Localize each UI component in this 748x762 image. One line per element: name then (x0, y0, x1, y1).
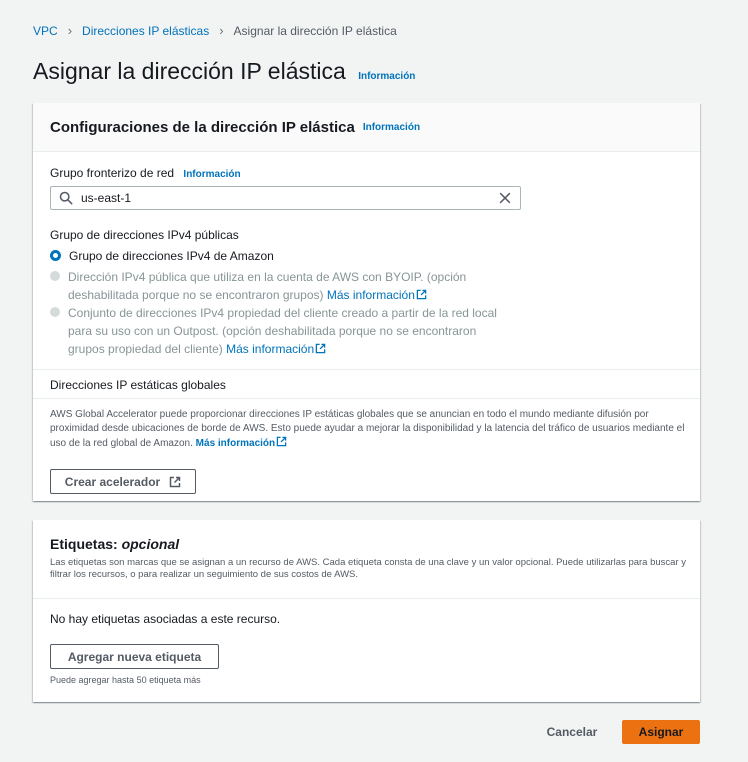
breadcrumb: VPC › Direcciones IP elásticas › Asignar… (33, 23, 397, 38)
radio-option-amazon-pool[interactable]: Grupo de direcciones IPv4 de Amazon (50, 247, 274, 265)
page-title-row: Asignar la dirección IP elástica Informa… (33, 58, 415, 85)
global-accelerator-description-block: AWS Global Accelerator puede proporciona… (50, 408, 690, 451)
settings-info-link[interactable]: Información (363, 122, 420, 133)
tags-description: Las etiquetas son marcas que se asignan … (50, 557, 686, 580)
create-accelerator-button[interactable]: Crear acelerador (50, 469, 196, 494)
radio-button-disabled (50, 271, 60, 281)
network-border-group-label: Grupo fronterizo de red (50, 166, 175, 180)
page-title: Asignar la dirección IP elástica (33, 58, 346, 84)
radio-option-text: Dirección IPv4 pública que utiliza en la… (68, 268, 480, 304)
learn-more-link[interactable]: Más información (327, 288, 415, 302)
tags-title: Etiquetas: (50, 536, 118, 552)
cancel-button[interactable]: Cancelar (536, 720, 608, 744)
tags-limit-hint: Puede agregar hasta 50 etiqueta más (50, 675, 201, 685)
close-icon[interactable] (498, 191, 512, 205)
network-border-group-label-row: Grupo fronterizo de red Información (50, 166, 241, 180)
network-border-group-info-link[interactable]: Información (183, 169, 240, 180)
search-icon (59, 191, 73, 205)
learn-more-link[interactable]: Más información (196, 438, 275, 449)
section-divider (33, 369, 700, 370)
settings-panel-header: Configuraciones de la dirección IP elást… (33, 103, 700, 152)
chevron-right-icon: › (219, 23, 224, 38)
section-divider (33, 398, 700, 399)
settings-panel: Configuraciones de la dirección IP elást… (33, 103, 700, 501)
network-border-group-input[interactable] (79, 190, 498, 206)
global-static-ips-label: Direcciones IP estáticas globales (50, 378, 226, 392)
add-tag-button[interactable]: Agregar nueva etiqueta (50, 644, 219, 669)
page-info-link[interactable]: Información (358, 71, 415, 82)
external-link-icon (169, 476, 181, 487)
breadcrumb-elastic-ips[interactable]: Direcciones IP elásticas (82, 24, 209, 38)
learn-more-link[interactable]: Más información (226, 342, 314, 356)
ipv4-pool-label: Grupo de direcciones IPv4 públicas (50, 228, 239, 242)
tags-panel-title: Etiquetas: opcional (50, 536, 179, 552)
tags-empty-message: No hay etiquetas asociadas a este recurs… (50, 612, 281, 626)
tags-panel: Etiquetas: opcional Las etiquetas son ma… (33, 520, 700, 702)
breadcrumb-current: Asignar la dirección IP elástica (233, 23, 397, 38)
breadcrumb-vpc[interactable]: VPC (33, 24, 58, 38)
create-accelerator-label: Crear acelerador (64, 474, 161, 489)
global-accelerator-description: AWS Global Accelerator puede proporciona… (50, 409, 685, 449)
radio-button-disabled (50, 307, 60, 317)
settings-panel-title: Configuraciones de la dirección IP elást… (50, 118, 355, 136)
tags-title-optional: opcional (121, 536, 180, 552)
external-link-icon (276, 436, 287, 447)
network-border-group-search[interactable] (50, 186, 521, 210)
chevron-right-icon: › (67, 23, 73, 38)
external-link-icon (416, 289, 427, 300)
radio-option-label: Grupo de direcciones IPv4 de Amazon (69, 249, 274, 263)
radio-option-outpost: Conjunto de direcciones IPv4 propiedad d… (50, 304, 510, 358)
radio-button-checked[interactable] (50, 250, 61, 261)
external-link-icon (315, 343, 326, 354)
radio-option-byoip: Dirección IPv4 pública que utiliza en la… (50, 268, 480, 304)
allocate-button[interactable]: Asignar (622, 720, 700, 744)
section-divider (33, 598, 700, 599)
radio-option-text: Conjunto de direcciones IPv4 propiedad d… (68, 304, 510, 358)
